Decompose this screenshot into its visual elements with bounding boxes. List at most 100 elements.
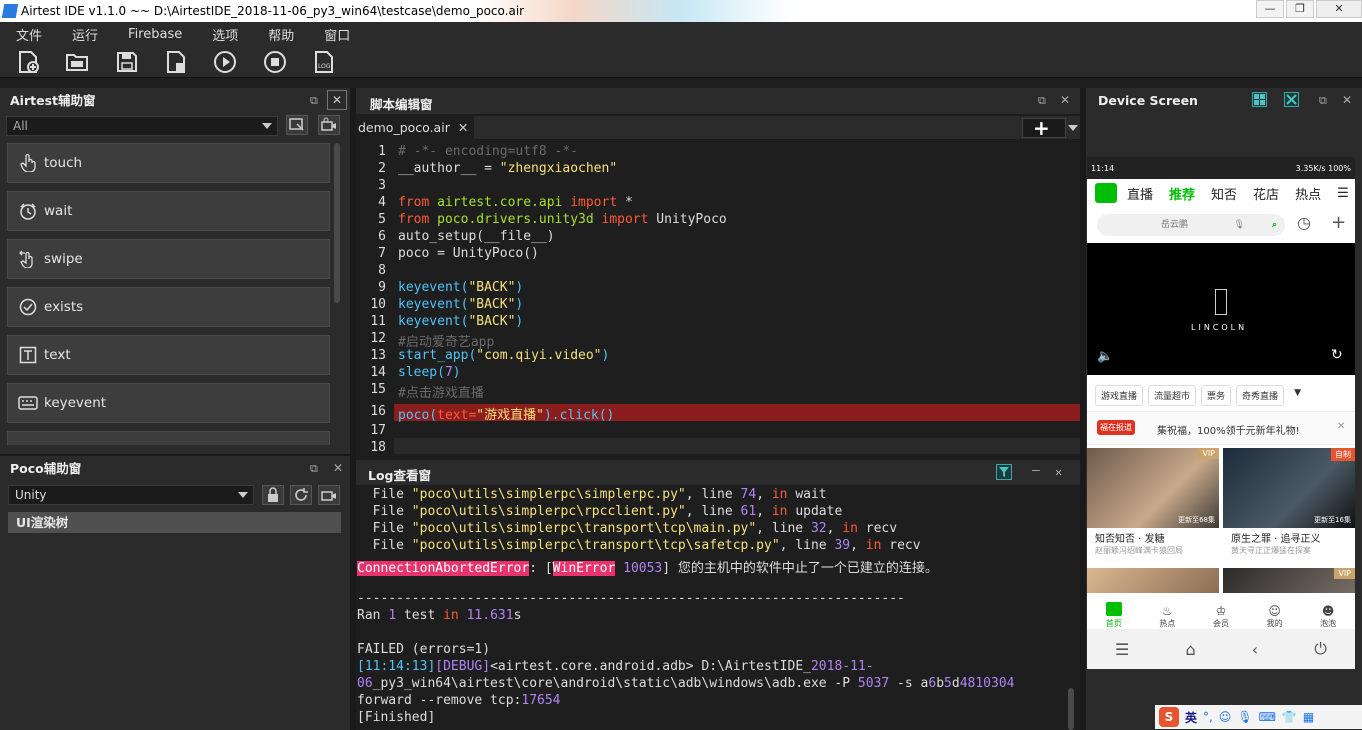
promo-banner[interactable]: 福在报道 集祝福，100%领千元新年礼物! ✕ (1087, 411, 1355, 445)
replay-icon[interactable]: ↻ (1331, 347, 1343, 363)
save-as-icon[interactable] (164, 50, 188, 74)
emoji-icon[interactable]: ☺ (1219, 710, 1232, 724)
close-panel-icon[interactable]: ✕ (1342, 93, 1352, 107)
refresh-tree-button[interactable] (290, 485, 312, 505)
chips-more-icon[interactable]: ▼ (1289, 385, 1306, 406)
ui-tree-root[interactable]: UI渲染树 (8, 512, 341, 533)
log-scrollbar[interactable] (1068, 688, 1074, 730)
android-home-icon[interactable]: ⌂ (1186, 640, 1196, 659)
command-wait[interactable]: wait (7, 191, 330, 231)
menu-options[interactable]: 选项 (212, 25, 238, 44)
command-text[interactable]: text (7, 335, 330, 375)
phone-tab-flower[interactable]: 花店 (1253, 184, 1279, 203)
punctuation-icon[interactable]: °, (1203, 710, 1213, 724)
mic-icon[interactable]: 🎙 (1234, 214, 1245, 236)
hamburger-menu-icon[interactable]: ☰ (1337, 186, 1349, 201)
video-banner[interactable]: LINCOLN 🔈 ↻ (1087, 243, 1355, 375)
tools-icon[interactable] (1284, 92, 1299, 107)
float-panel-icon[interactable]: ⧉ (1038, 94, 1046, 108)
device-screen[interactable]: 11:14 3.35K/s 100% 直播 推荐 知否 花店 热点 ☰ 岳云鹏 … (1087, 157, 1355, 669)
minimize-panel-icon[interactable]: — (1032, 463, 1040, 478)
power-icon[interactable]: ⏻ (1314, 639, 1327, 659)
record-button[interactable] (318, 115, 340, 135)
run-script-icon[interactable] (213, 50, 237, 74)
open-folder-icon[interactable] (65, 50, 89, 74)
video-card-thumb[interactable]: VIP 更新至68集 (1087, 448, 1219, 528)
command-swipe[interactable]: swipe (7, 239, 330, 279)
line-number: 3 (378, 178, 386, 193)
bottom-nav-home[interactable]: 首页 (1105, 602, 1122, 629)
maximize-button[interactable]: ❐ (1286, 0, 1314, 18)
close-tab-icon[interactable]: ✕ (458, 120, 468, 135)
device-title: Device Screen (1098, 93, 1198, 108)
grid-view-icon[interactable] (1252, 92, 1267, 107)
close-promo-icon[interactable]: ✕ (1337, 421, 1345, 432)
chip[interactable]: 游戏直播 (1095, 385, 1144, 406)
phone-tab-hot[interactable]: 热点 (1295, 184, 1321, 203)
skin-icon[interactable]: 👕 (1282, 710, 1297, 724)
command-exists[interactable]: exists (7, 287, 330, 327)
float-panel-icon[interactable]: ⧉ (310, 94, 318, 108)
toolbox-icon[interactable]: ▦ (1303, 710, 1314, 724)
chip[interactable]: 流量超市 (1148, 385, 1197, 406)
new-tab-button[interactable]: + (1022, 118, 1066, 138)
left-dock: Airtest辅助窗 ⧉ ✕ All touch wait swipe exis… (0, 88, 350, 730)
video-card-thumb[interactable]: 自制 更新至16集 (1223, 448, 1355, 528)
close-window-button[interactable]: ✕ (1316, 0, 1362, 18)
log-filter-icon[interactable] (996, 464, 1012, 480)
lock-button[interactable] (262, 485, 284, 505)
back-icon[interactable]: ‹ (1252, 640, 1258, 659)
close-panel-icon[interactable]: ✕ (333, 461, 343, 475)
sogou-ime-icon[interactable]: S (1159, 707, 1179, 727)
view-log-icon[interactable]: LOG (312, 50, 336, 74)
menu-window[interactable]: 窗口 (324, 25, 350, 44)
bottom-nav-hot[interactable]: ♨ 热点 (1159, 604, 1175, 629)
bottom-nav-vip[interactable]: ♔ 会员 (1213, 604, 1229, 629)
mute-icon[interactable]: 🔈 (1097, 349, 1113, 364)
code-line: from airtest.core.api import * (398, 195, 633, 210)
menu-run[interactable]: 运行 (72, 25, 98, 44)
bottom-nav-bubble[interactable]: ☻ 泡泡 (1320, 604, 1336, 629)
command-touch[interactable]: touch (7, 143, 330, 183)
command-keyevent[interactable]: keyevent (7, 383, 330, 423)
bottom-nav-mine[interactable]: ☺ 我的 (1267, 604, 1283, 629)
close-panel-icon[interactable]: ✕ (1060, 93, 1070, 107)
save-icon[interactable] (115, 50, 139, 74)
phone-search-bar[interactable]: 岳云鹏 🎙 ⌕ (1097, 214, 1285, 236)
close-panel-icon[interactable]: ✕ (1055, 465, 1062, 479)
command-partial[interactable] (7, 431, 330, 445)
add-icon[interactable]: + (1331, 212, 1346, 233)
float-panel-icon[interactable]: ⧉ (1319, 94, 1327, 108)
command-label: wait (44, 203, 73, 219)
phone-tab-zhifou[interactable]: 知否 (1211, 184, 1237, 203)
search-icon[interactable]: ⌕ (1272, 214, 1277, 236)
keyboard-icon[interactable]: ⌨ (1259, 710, 1276, 724)
card-title: 知否知否 · 发糖 (1095, 534, 1165, 545)
minimize-button[interactable]: — (1256, 0, 1284, 18)
poco-mode-select[interactable]: Unity (8, 485, 254, 505)
screenshot-button[interactable] (286, 115, 308, 135)
menu-help[interactable]: 帮助 (268, 25, 294, 44)
airtest-panel-scrollbar[interactable] (334, 143, 340, 303)
menu-firebase[interactable]: Firebase (128, 27, 182, 42)
ime-language[interactable]: 英 (1185, 709, 1197, 726)
phone-tab-live[interactable]: 直播 (1127, 184, 1153, 203)
voice-icon[interactable]: 🎙 (1237, 710, 1252, 724)
float-panel-icon[interactable]: ⧉ (310, 462, 318, 476)
close-panel-button[interactable]: ✕ (327, 90, 347, 110)
history-icon[interactable]: ◷ (1297, 213, 1311, 232)
chip[interactable]: 奇秀直播 (1236, 385, 1285, 406)
tab-menu-chevron-icon[interactable] (1068, 125, 1078, 131)
stop-script-icon[interactable] (263, 50, 287, 74)
poco-record-button[interactable] (318, 485, 340, 505)
menu-file[interactable]: 文件 (16, 25, 42, 44)
phone-tab-recommend[interactable]: 推荐 (1169, 184, 1195, 203)
chip[interactable]: 票务 (1201, 385, 1232, 406)
clock-icon (18, 201, 38, 221)
card-title: 原生之罪 · 追寻正义 (1231, 534, 1321, 545)
menu-icon[interactable]: ☰ (1115, 640, 1129, 659)
command-filter-select[interactable]: All (6, 116, 278, 136)
code-editor[interactable]: 1 2 3 4 5 6 7 8 9 10 11 12 13 14 15 16 1… (356, 141, 1080, 454)
editor-tab[interactable]: demo_poco.air ✕ (356, 116, 475, 140)
new-file-icon[interactable] (16, 50, 40, 74)
